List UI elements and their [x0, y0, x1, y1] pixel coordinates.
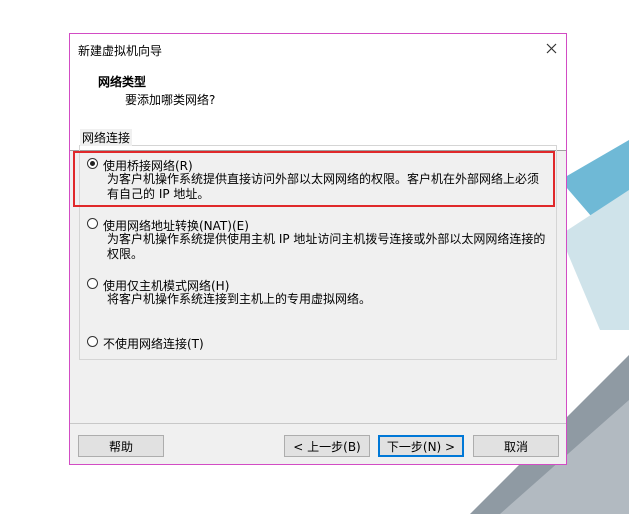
window-title: 新建虚拟机向导: [78, 44, 163, 58]
separator: [70, 423, 566, 424]
radio-nat[interactable]: [87, 218, 98, 229]
new-vm-wizard-dialog: 新建虚拟机向导 网络类型 要添加哪类网络? 网络连接 使用桥接网络(R) 为客户…: [69, 33, 567, 465]
option-description: 为客户机操作系统提供直接访问外部以太网网络的权限。客户机在外部网络上必须有自己的…: [107, 172, 540, 201]
wizard-header: 网络类型 要添加哪类网络?: [70, 63, 566, 151]
option-label: 不使用网络连接(T): [103, 337, 204, 351]
page-subtitle: 要添加哪类网络?: [125, 93, 216, 107]
page-title: 网络类型: [98, 75, 147, 89]
group-label: 网络连接: [80, 129, 133, 146]
radio-host-only[interactable]: [87, 278, 98, 289]
close-icon: [546, 43, 556, 53]
option-description: 将客户机操作系统连接到主机上的专用虚拟网络。: [107, 292, 372, 306]
title-bar: 新建虚拟机向导: [70, 34, 566, 63]
radio-bridged[interactable]: [87, 158, 98, 169]
next-button[interactable]: 下一步(N) >: [378, 435, 464, 457]
radio-no-network[interactable]: [87, 336, 98, 347]
close-button[interactable]: [540, 37, 562, 59]
cancel-button[interactable]: 取消: [473, 435, 559, 457]
option-description: 为客户机操作系统提供使用主机 IP 地址访问主机拨号连接或外部以太网网络连接的权…: [107, 232, 546, 261]
back-button[interactable]: < 上一步(B): [284, 435, 370, 457]
help-button[interactable]: 帮助: [78, 435, 164, 457]
